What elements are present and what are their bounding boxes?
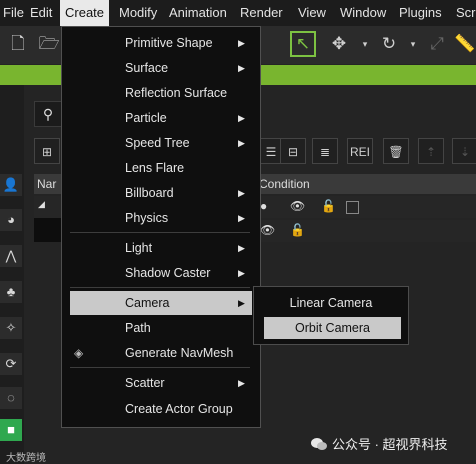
- menu-script[interactable]: Scr: [456, 0, 476, 26]
- menu-item-primitive-shape[interactable]: Primitive Shape ▶: [62, 31, 260, 55]
- lock-icon[interactable]: 🔓: [321, 199, 336, 213]
- chevron-right-icon: ▶: [238, 38, 245, 48]
- wechat-icon: [311, 438, 327, 450]
- eye-icon[interactable]: 👁: [260, 223, 275, 237]
- left-tool-strip: 👤 ◕ ⋀ ♣ ✧ ⟳ ◌ ■: [0, 85, 24, 464]
- new-file-icon[interactable]: 🗋: [5, 31, 31, 57]
- chevron-right-icon: ▶: [238, 188, 245, 198]
- menu-item-lens-flare[interactable]: Lens Flare: [62, 156, 260, 180]
- menu-window[interactable]: Window: [340, 0, 386, 26]
- particle-icon[interactable]: ✧: [0, 317, 22, 339]
- chevron-right-icon: ▶: [238, 138, 245, 148]
- menu-item-shadow-caster[interactable]: Shadow Caster ▶: [62, 261, 260, 285]
- dotted-circle-icon[interactable]: ◌: [0, 387, 22, 409]
- lock-icon[interactable]: 🔓: [290, 223, 305, 237]
- chevron-right-icon: ▶: [238, 113, 245, 123]
- menu-file[interactable]: File: [3, 0, 24, 26]
- move-down-icon[interactable]: ⇣: [452, 138, 476, 164]
- stack-icon[interactable]: ≣: [312, 138, 338, 164]
- chevron-down-icon[interactable]: ▾: [400, 31, 426, 57]
- menu-item-scatter[interactable]: Scatter ▶: [62, 371, 260, 395]
- move-tool-icon[interactable]: ✥: [326, 31, 352, 57]
- menu-plugins[interactable]: Plugins: [399, 0, 442, 26]
- row-checkbox[interactable]: [346, 201, 359, 214]
- move-up-icon[interactable]: ⇡: [418, 138, 444, 164]
- menu-bar: File Edit Create Modify Animation Render…: [0, 0, 476, 26]
- eye-icon[interactable]: 👁: [290, 199, 305, 213]
- chevron-right-icon: ▶: [238, 63, 245, 73]
- menu-view[interactable]: View: [298, 0, 326, 26]
- menu-item-orbit-camera[interactable]: Orbit Camera: [264, 317, 401, 339]
- menu-item-create-actor-group[interactable]: Create Actor Group: [62, 397, 260, 421]
- camera-icon[interactable]: ■: [0, 419, 22, 441]
- chevron-down-icon[interactable]: ▾: [352, 31, 378, 57]
- rename-button[interactable]: REI: [347, 138, 373, 164]
- tree-icon[interactable]: ♣: [0, 281, 22, 303]
- open-folder-icon[interactable]: 🗁: [36, 31, 62, 57]
- group-icon[interactable]: ⊟: [280, 138, 306, 164]
- bottom-watermark-label: 大数跨境: [6, 453, 46, 464]
- terrain-icon[interactable]: ⋀: [0, 245, 22, 267]
- select-tool-icon[interactable]: ↖: [290, 31, 316, 57]
- menu-item-billboard[interactable]: Billboard ▶: [62, 181, 260, 205]
- dot-icon[interactable]: ●: [260, 199, 267, 213]
- menu-item-speed-tree[interactable]: Speed Tree ▶: [62, 131, 260, 155]
- chevron-right-icon: ▶: [238, 298, 245, 308]
- watermark-text: 公众号 · 超视界科技: [332, 437, 448, 452]
- menu-item-linear-camera[interactable]: Linear Camera: [254, 292, 408, 314]
- menu-item-light[interactable]: Light ▶: [62, 236, 260, 260]
- new-group-icon[interactable]: ⊞: [34, 138, 60, 164]
- menu-item-camera[interactable]: Camera ▶: [70, 291, 252, 315]
- name-column-header[interactable]: Nar: [37, 174, 56, 194]
- expand-icon[interactable]: ◢: [38, 199, 45, 210]
- menu-animation[interactable]: Animation: [169, 0, 227, 26]
- menu-item-path[interactable]: Path: [62, 316, 260, 340]
- person-icon[interactable]: 👤: [0, 174, 22, 196]
- menu-separator: [70, 232, 250, 233]
- menu-create[interactable]: Create: [60, 0, 110, 26]
- search-icon[interactable]: ⚲: [34, 101, 62, 127]
- menu-item-generate-navmesh[interactable]: ◈ Generate NavMesh: [62, 341, 260, 365]
- chevron-right-icon: ▶: [238, 378, 245, 388]
- chevron-right-icon: ▶: [238, 213, 245, 223]
- menu-separator: [70, 367, 250, 368]
- chevron-right-icon: ▶: [238, 268, 245, 278]
- menu-modify[interactable]: Modify: [119, 0, 157, 26]
- menu-edit[interactable]: Edit: [30, 0, 52, 26]
- selected-row-marker: [34, 218, 64, 242]
- chevron-right-icon: ▶: [238, 243, 245, 253]
- navmesh-icon: ◈: [74, 346, 84, 360]
- menu-item-physics[interactable]: Physics ▶: [62, 206, 260, 230]
- menu-render[interactable]: Render: [240, 0, 283, 26]
- menu-item-surface[interactable]: Surface ▶: [62, 56, 260, 80]
- path-icon[interactable]: ⟳: [0, 353, 22, 375]
- camera-submenu: Linear Camera Orbit Camera: [253, 286, 409, 345]
- scale-tool-icon[interactable]: ⤢: [424, 31, 450, 57]
- create-menu-dropdown: Primitive Shape ▶ Surface ▶ Reflection Sur…: [61, 26, 261, 428]
- condition-column-header[interactable]: Condition: [259, 174, 310, 194]
- shapes-icon[interactable]: ◕: [0, 209, 22, 231]
- menu-item-particle[interactable]: Particle ▶: [62, 106, 260, 130]
- menu-separator: [70, 287, 250, 288]
- ruler-icon[interactable]: 📏: [452, 31, 476, 57]
- trash-icon[interactable]: 🗑: [383, 138, 409, 164]
- rotate-tool-icon[interactable]: ↻: [376, 31, 402, 57]
- menu-item-reflection-surface[interactable]: Reflection Surface: [62, 81, 260, 105]
